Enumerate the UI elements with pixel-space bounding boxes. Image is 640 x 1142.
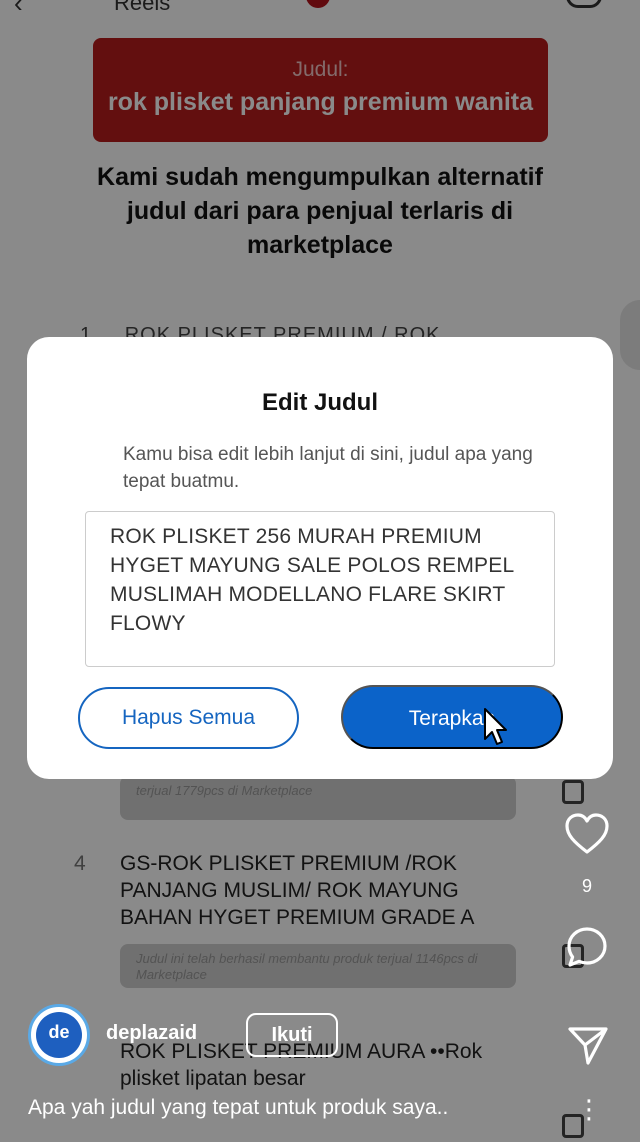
share-icon[interactable] xyxy=(566,1023,610,1067)
comment-icon[interactable] xyxy=(565,925,609,969)
cursor-icon xyxy=(484,708,507,745)
like-count: 9 xyxy=(581,876,592,896)
edit-title-dialog: Edit Judul Kamu bisa edit lebih lanjut d… xyxy=(27,337,613,779)
avatar-logo: de xyxy=(36,1012,82,1058)
caption[interactable]: Apa yah judul yang tepat untuk produk sa… xyxy=(28,1096,448,1120)
dialog-description: Kamu bisa edit lebih lanjut di sini, jud… xyxy=(123,444,533,492)
avatar[interactable]: de xyxy=(28,1004,90,1066)
username[interactable]: deplazaid xyxy=(106,1022,197,1045)
dialog-title: Edit Judul xyxy=(262,389,378,416)
heart-icon[interactable] xyxy=(564,812,610,856)
more-icon[interactable]: ⋮ xyxy=(576,1096,602,1122)
title-textarea[interactable]: ROK PLISKET 256 MURAH PREMIUM HYGET MAYU… xyxy=(85,511,555,667)
clear-all-button[interactable]: Hapus Semua xyxy=(78,687,299,749)
follow-button[interactable]: Ikuti xyxy=(246,1013,338,1057)
apply-button[interactable]: Terapkan xyxy=(341,685,563,749)
